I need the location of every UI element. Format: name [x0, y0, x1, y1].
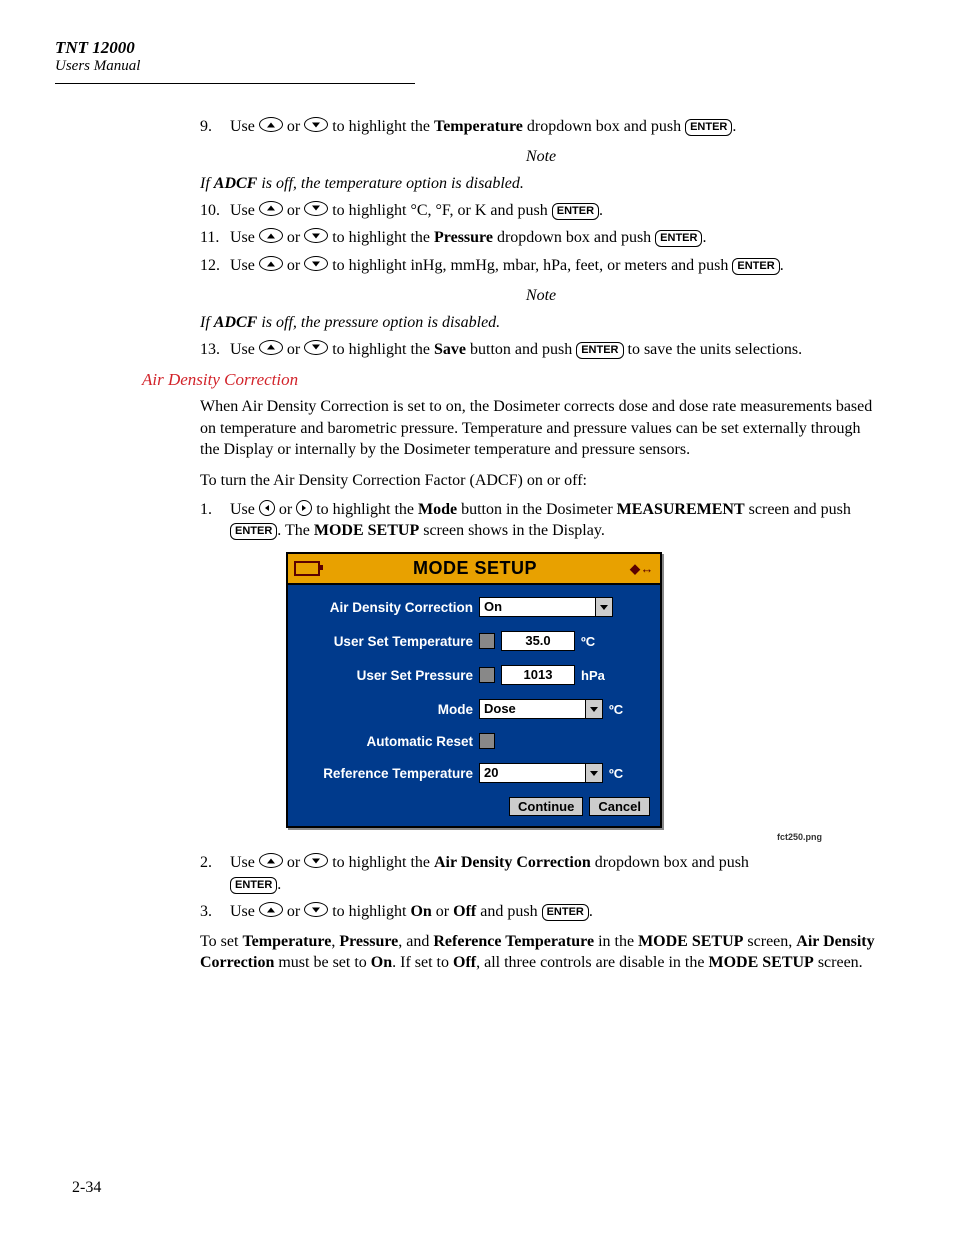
enter-key-icon: ENTER [552, 203, 599, 220]
steps-list-a: 9. Use or to highlight the Temperature d… [200, 116, 882, 138]
down-arrow-icon [304, 902, 328, 917]
press-unit: hPa [581, 668, 611, 683]
step-text: Use or to highlight the Temperature drop… [230, 116, 882, 138]
step-number: 13. [200, 339, 230, 361]
adc-label: Air Density Correction [298, 600, 479, 615]
chevron-down-icon [585, 764, 602, 782]
page-header: TNT 12000 Users Manual [55, 38, 415, 84]
device-screenshot: MODE SETUP ◆↔ Air Density Correction On … [286, 552, 882, 828]
cancel-button[interactable]: Cancel [589, 797, 650, 816]
paragraph: When Air Density Correction is set to on… [200, 396, 882, 459]
section-title: Air Density Correction [142, 370, 882, 390]
enter-key-icon: ENTER [230, 877, 277, 894]
enter-key-icon: ENTER [542, 904, 589, 921]
press-label: User Set Pressure [298, 668, 479, 683]
up-arrow-icon [259, 201, 283, 216]
step-text: Use or to highlight the Pressure dropdow… [230, 227, 882, 249]
step-number: 9. [200, 116, 230, 138]
step-number: 3. [200, 901, 230, 923]
step-text: Use or to highlight °C, °F, or K and pus… [230, 200, 882, 222]
step-number: 11. [200, 227, 230, 249]
down-arrow-icon [304, 256, 328, 271]
mode-dropdown[interactable]: Dose [479, 699, 603, 719]
mode-label: Mode [298, 702, 479, 717]
step-text: Use or to highlight On or Off and push E… [230, 901, 882, 923]
note-body: If ADCF is off, the pressure option is d… [200, 312, 882, 333]
press-checkbox[interactable] [479, 667, 495, 683]
paragraph: To turn the Air Density Correction Facto… [200, 470, 882, 491]
right-arrow-icon [296, 500, 312, 516]
steps-list-b: 1. Use or to highlight the Mode button i… [200, 499, 882, 542]
content-body: 9. Use or to highlight the Temperature d… [200, 116, 882, 360]
step-text: Use or to highlight inHg, mmHg, mbar, hP… [230, 255, 882, 277]
chevron-down-icon [585, 700, 602, 718]
device-title: MODE SETUP [413, 558, 537, 579]
reft-unit: ºC [609, 766, 639, 781]
adc-dropdown[interactable]: On [479, 597, 613, 617]
up-arrow-icon [259, 117, 283, 132]
step-number: 10. [200, 200, 230, 222]
reft-label: Reference Temperature [298, 766, 479, 781]
down-arrow-icon [304, 228, 328, 243]
down-arrow-icon [304, 340, 328, 355]
steps-list-a2: 10. Use or to highlight °C, °F, or K and… [200, 200, 882, 277]
note-label: Note [200, 285, 882, 306]
note-label: Note [200, 146, 882, 167]
enter-key-icon: ENTER [685, 119, 732, 136]
temp-checkbox[interactable] [479, 633, 495, 649]
section-body: When Air Density Correction is set to on… [200, 396, 882, 973]
battery-icon [294, 561, 320, 576]
page-number: 2-34 [72, 1179, 101, 1197]
mode-unit: ºC [609, 702, 639, 717]
temp-unit: ºC [581, 634, 611, 649]
steps-list-a3: 13. Use or to highlight the Save button … [200, 339, 882, 361]
steps-list-b2: 2. Use or to highlight the Air Density C… [200, 852, 882, 923]
note-body: If ADCF is off, the temperature option i… [200, 173, 882, 194]
step-text: Use or to highlight the Air Density Corr… [230, 852, 882, 895]
enter-key-icon: ENTER [655, 230, 702, 247]
left-arrow-icon [259, 500, 275, 516]
chevron-down-icon [595, 598, 612, 616]
temp-input[interactable]: 35.0 [501, 631, 575, 651]
step-number: 12. [200, 255, 230, 277]
reft-dropdown[interactable]: 20 [479, 763, 603, 783]
up-arrow-icon [259, 228, 283, 243]
step-number: 2. [200, 852, 230, 895]
header-subtitle: Users Manual [55, 58, 415, 75]
enter-key-icon: ENTER [576, 342, 623, 359]
enter-key-icon: ENTER [732, 258, 779, 275]
step-number: 1. [200, 499, 230, 542]
down-arrow-icon [304, 201, 328, 216]
header-model: TNT 12000 [55, 38, 415, 58]
figure-caption: fct250.png [200, 832, 822, 842]
areset-label: Automatic Reset [298, 734, 479, 749]
step-text: Use or to highlight the Save button and … [230, 339, 882, 361]
continue-button[interactable]: Continue [509, 797, 583, 816]
down-arrow-icon [304, 117, 328, 132]
temp-label: User Set Temperature [298, 634, 479, 649]
up-arrow-icon [259, 902, 283, 917]
up-arrow-icon [259, 340, 283, 355]
device-titlebar: MODE SETUP ◆↔ [288, 554, 660, 585]
enter-key-icon: ENTER [230, 523, 277, 540]
areset-checkbox[interactable] [479, 733, 495, 749]
down-arrow-icon [304, 853, 328, 868]
step-text: Use or to highlight the Mode button in t… [230, 499, 882, 542]
nav-arrows-icon: ◆↔ [630, 561, 654, 577]
up-arrow-icon [259, 256, 283, 271]
up-arrow-icon [259, 853, 283, 868]
paragraph: To set Temperature, Pressure, and Refere… [200, 931, 882, 973]
press-input[interactable]: 1013 [501, 665, 575, 685]
